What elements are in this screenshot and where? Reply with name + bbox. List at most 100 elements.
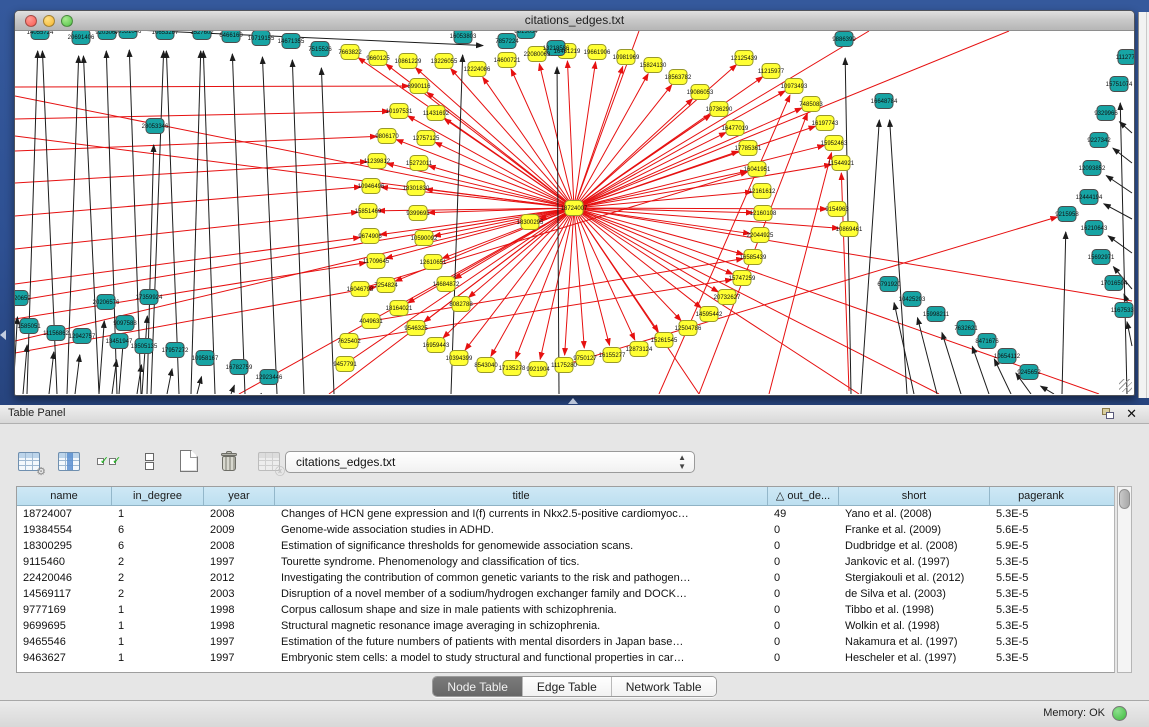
- column-header-name[interactable]: name: [17, 487, 112, 505]
- table-cell[interactable]: 5.6E-5: [990, 522, 1092, 538]
- table-cell[interactable]: 5.3E-5: [990, 602, 1092, 618]
- table-cell[interactable]: 1998: [204, 602, 275, 618]
- table-cell[interactable]: 0: [768, 538, 839, 554]
- table-cell[interactable]: 5.3E-5: [990, 506, 1092, 522]
- window-resize-grip[interactable]: [1119, 379, 1132, 392]
- table-cell[interactable]: Yano et al. (2008): [839, 506, 990, 522]
- delete-column-button[interactable]: [216, 448, 242, 474]
- table-cell[interactable]: 2009: [204, 522, 275, 538]
- table-cell[interactable]: 0: [768, 586, 839, 602]
- table-cell[interactable]: 49: [768, 506, 839, 522]
- table-cell[interactable]: 1: [112, 634, 204, 650]
- tab-node-table[interactable]: Node Table: [433, 677, 523, 696]
- tab-network-table[interactable]: Network Table: [612, 677, 716, 696]
- table-body[interactable]: 1872400712008Changes of HCN gene express…: [17, 506, 1114, 666]
- network-window[interactable]: citations_edges.txt 18724007183002957663…: [14, 10, 1135, 396]
- table-cell[interactable]: Disruption of a novel member of a sodium…: [275, 586, 768, 602]
- table-cell[interactable]: 9777169: [17, 602, 112, 618]
- table-cell[interactable]: Wolkin et al. (1998): [839, 618, 990, 634]
- unselect-all-columns-button[interactable]: [136, 448, 162, 474]
- memory-status-indicator[interactable]: [1112, 706, 1127, 721]
- table-row[interactable]: 946554611997Estimation of the future num…: [17, 634, 1114, 650]
- table-cell[interactable]: Corpus callosum shape and size in male p…: [275, 602, 768, 618]
- table-row[interactable]: 2242004622012Investigating the contribut…: [17, 570, 1114, 586]
- table-cell[interactable]: 5.3E-5: [990, 618, 1092, 634]
- column-header-pagerank[interactable]: pagerank: [990, 487, 1092, 505]
- network-canvas[interactable]: 1872400718300295766382296601251086122913…: [15, 31, 1134, 394]
- table-cell[interactable]: 6: [112, 538, 204, 554]
- table-settings-button[interactable]: ⚙: [16, 448, 42, 474]
- table-cell[interactable]: 0: [768, 554, 839, 570]
- table-row[interactable]: 1872400712008Changes of HCN gene express…: [17, 506, 1114, 522]
- table-cell[interactable]: 0: [768, 650, 839, 666]
- table-cell[interactable]: 19384554: [17, 522, 112, 538]
- table-row[interactable]: 911546021997Tourette syndrome. Phenomeno…: [17, 554, 1114, 570]
- table-cell[interactable]: 1: [112, 602, 204, 618]
- table-cell[interactable]: 18724007: [17, 506, 112, 522]
- table-cell[interactable]: 2012: [204, 570, 275, 586]
- table-cell[interactable]: Jankovic et al. (1997): [839, 554, 990, 570]
- column-header-title[interactable]: title: [275, 487, 768, 505]
- table-header-row[interactable]: namein_degreeyeartitle△ out_de...shortpa…: [17, 487, 1114, 506]
- table-cell[interactable]: 1: [112, 618, 204, 634]
- table-vertical-scrollbar[interactable]: [1117, 486, 1132, 673]
- new-column-button[interactable]: [176, 448, 202, 474]
- table-cell[interactable]: 9465546: [17, 634, 112, 650]
- table-cell[interactable]: 1998: [204, 618, 275, 634]
- table-cell[interactable]: Stergiakouli et al. (2012): [839, 570, 990, 586]
- table-cell[interactable]: 2: [112, 554, 204, 570]
- column-header-out_de[interactable]: △ out_de...: [768, 487, 839, 505]
- table-cell[interactable]: Investigating the contribution of common…: [275, 570, 768, 586]
- panel-collapse-arrow-icon[interactable]: [0, 330, 6, 340]
- select-all-columns-button[interactable]: ✓ ✓: [96, 448, 122, 474]
- table-cell[interactable]: 0: [768, 618, 839, 634]
- table-cell[interactable]: 5.3E-5: [990, 634, 1092, 650]
- table-cell[interactable]: 6: [112, 522, 204, 538]
- table-cell[interactable]: 2: [112, 570, 204, 586]
- table-cell[interactable]: Estimation of significance thresholds fo…: [275, 538, 768, 554]
- table-cell[interactable]: 1997: [204, 650, 275, 666]
- table-cell[interactable]: 5.3E-5: [990, 554, 1092, 570]
- table-cell[interactable]: Hescheler et al. (1997): [839, 650, 990, 666]
- column-header-short[interactable]: short: [839, 487, 990, 505]
- table-cell[interactable]: 22420046: [17, 570, 112, 586]
- splitter-handle[interactable]: [568, 398, 578, 404]
- scrollbar-thumb[interactable]: [1119, 489, 1130, 509]
- show-columns-button[interactable]: [56, 448, 82, 474]
- table-row[interactable]: 977716911998Corpus callosum shape and si…: [17, 602, 1114, 618]
- table-cell[interactable]: Embryonic stem cells: a model to study s…: [275, 650, 768, 666]
- table-cell[interactable]: Estimation of the future numbers of pati…: [275, 634, 768, 650]
- table-cell[interactable]: Structural magnetic resonance image aver…: [275, 618, 768, 634]
- table-selector-dropdown[interactable]: citations_edges.txt ▲▼: [285, 451, 695, 473]
- table-cell[interactable]: 5.3E-5: [990, 650, 1092, 666]
- tab-edge-table[interactable]: Edge Table: [523, 677, 612, 696]
- node-attribute-table[interactable]: namein_degreeyeartitle△ out_de...shortpa…: [16, 486, 1115, 673]
- table-row[interactable]: 1456911722003Disruption of a novel membe…: [17, 586, 1114, 602]
- table-cell[interactable]: Changes of HCN gene expression and I(f) …: [275, 506, 768, 522]
- table-row[interactable]: 969969511998Structural magnetic resonanc…: [17, 618, 1114, 634]
- table-cell[interactable]: 9115460: [17, 554, 112, 570]
- network-window-titlebar[interactable]: citations_edges.txt: [15, 11, 1134, 31]
- table-row[interactable]: 1938455462009Genome-wide association stu…: [17, 522, 1114, 538]
- table-cell[interactable]: 18300295: [17, 538, 112, 554]
- table-cell[interactable]: 1997: [204, 634, 275, 650]
- table-cell[interactable]: Tibbo et al. (1998): [839, 602, 990, 618]
- table-cell[interactable]: 5.3E-5: [990, 586, 1092, 602]
- table-cell[interactable]: 14569117: [17, 586, 112, 602]
- table-cell[interactable]: 9463627: [17, 650, 112, 666]
- table-cell[interactable]: 1: [112, 650, 204, 666]
- table-cell[interactable]: de Silva et al. (2003): [839, 586, 990, 602]
- column-header-in_degree[interactable]: in_degree: [112, 487, 204, 505]
- float-panel-icon[interactable]: [1102, 408, 1115, 420]
- table-cell[interactable]: 5.9E-5: [990, 538, 1092, 554]
- table-cell[interactable]: 0: [768, 602, 839, 618]
- table-cell[interactable]: 2008: [204, 538, 275, 554]
- close-panel-icon[interactable]: ✕: [1126, 406, 1137, 422]
- table-cell[interactable]: 9699695: [17, 618, 112, 634]
- table-cell[interactable]: 1: [112, 506, 204, 522]
- table-row[interactable]: 1830029562008Estimation of significance …: [17, 538, 1114, 554]
- table-cell[interactable]: Tourette syndrome. Phenomenology and cla…: [275, 554, 768, 570]
- table-cell[interactable]: 2: [112, 586, 204, 602]
- column-header-year[interactable]: year: [204, 487, 275, 505]
- table-cell[interactable]: 0: [768, 634, 839, 650]
